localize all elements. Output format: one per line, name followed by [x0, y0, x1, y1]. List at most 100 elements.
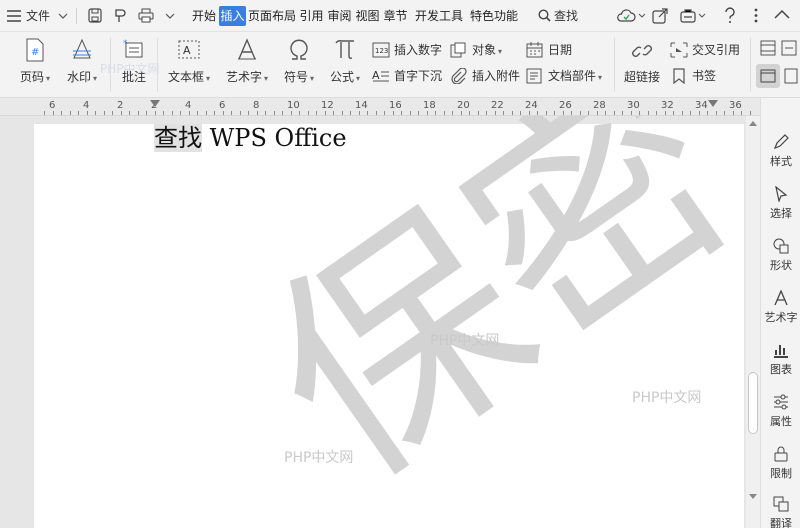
ruler-number: 4	[83, 100, 90, 111]
doc-parts-button[interactable]: 文档部件 ▾	[526, 66, 602, 86]
layout-icon	[760, 69, 776, 83]
ruler-tick	[520, 111, 521, 115]
print-icon[interactable]	[138, 8, 154, 23]
translate-icon	[773, 496, 789, 512]
textbox-button[interactable]: A 文本框 ▾	[164, 38, 214, 85]
menu-bar: 文件 开始 插入 页面布局 引用 审阅 视图 章节 开发工具 特色功能 查找	[0, 0, 800, 32]
tab-review[interactable]: 审阅	[326, 6, 353, 26]
panel-styles[interactable]: 样式	[761, 134, 800, 169]
panel-restrict[interactable]: 限制	[761, 446, 800, 481]
ruler-tick	[87, 111, 88, 115]
chevron-down-icon[interactable]	[638, 13, 646, 19]
chevron-down-icon[interactable]	[698, 13, 706, 19]
tab-section[interactable]: 章节	[382, 6, 409, 26]
tab-page-layout[interactable]: 页面布局	[247, 6, 297, 26]
object-icon	[450, 42, 466, 58]
search-command[interactable]: 查找	[554, 0, 578, 32]
page-settings-icon[interactable]	[784, 68, 798, 84]
ruler-tick	[308, 111, 309, 115]
indent-marker[interactable]	[150, 100, 160, 107]
right-indent-marker[interactable]	[708, 100, 718, 107]
ruler-tick	[61, 111, 62, 115]
share-icon[interactable]	[652, 8, 668, 24]
collapse-ribbon-icon[interactable]	[774, 9, 790, 19]
ruler-tick	[673, 111, 674, 115]
paperclip-icon	[451, 68, 467, 84]
header-footer-icon[interactable]	[760, 40, 776, 56]
panel-translate[interactable]: 翻译	[761, 496, 800, 528]
panel-wordart[interactable]: 艺术字	[761, 290, 800, 325]
panel-properties[interactable]: 属性	[761, 394, 800, 429]
help-icon[interactable]	[723, 7, 737, 24]
insert-attachment-button[interactable]: 插入附件	[450, 66, 520, 86]
ruler-tick	[206, 111, 207, 115]
ruler-tick	[265, 111, 266, 115]
ruler-tick	[291, 111, 292, 115]
page-number-button[interactable]: # 页码 ▾	[20, 38, 50, 85]
tab-developer[interactable]: 开发工具	[413, 6, 465, 26]
ruler-tick	[384, 111, 385, 115]
document-title[interactable]: 查找 WPS Office	[154, 118, 347, 153]
sliders-icon	[774, 394, 788, 410]
tab-references[interactable]: 引用	[298, 6, 325, 26]
ruler-tick	[257, 111, 258, 115]
ruler-tick	[554, 111, 555, 115]
ruler-tick	[563, 111, 564, 115]
drop-cap-button[interactable]: A 首字下沉	[372, 66, 442, 86]
symbol-button[interactable]: 符号 ▾	[280, 38, 318, 85]
hamburger-icon[interactable]	[7, 10, 21, 22]
cross-reference-button[interactable]: 交叉引用	[670, 40, 740, 60]
tab-home[interactable]: 开始	[190, 6, 218, 26]
selected-layout-toggle[interactable]	[756, 64, 780, 88]
chevron-down-icon[interactable]	[58, 13, 68, 19]
object-button[interactable]: 对象 ▾	[450, 40, 502, 60]
ruler-tick	[614, 111, 615, 115]
panel-chart[interactable]: 图表	[761, 342, 800, 377]
ruler-tick	[495, 111, 496, 115]
ruler-tick	[512, 111, 513, 115]
ruler-tick	[376, 111, 377, 115]
formula-button[interactable]: 公式 ▾	[326, 38, 364, 85]
ruler-tick	[44, 111, 45, 115]
horizontal-ruler[interactable]: 6 4 2 2 4 6 8 10 12 14 16 18 20 22 24 26 28 30 32 34 36	[0, 98, 760, 116]
cloud-sync-icon[interactable]	[616, 8, 636, 24]
vertical-scrollbar[interactable]	[746, 116, 760, 528]
ruler-tick	[53, 111, 54, 115]
page-break-icon[interactable]	[781, 40, 797, 56]
tab-view[interactable]: 视图	[354, 6, 381, 26]
scroll-up-icon[interactable]	[749, 120, 757, 126]
watermark-button[interactable]: 水印 ▾	[64, 38, 100, 85]
ruler-tick	[180, 111, 181, 115]
ruler-tick	[104, 111, 105, 115]
format-painter-icon[interactable]	[113, 8, 127, 23]
ruler-number: 6	[49, 100, 56, 111]
file-menu[interactable]: 文件	[26, 0, 50, 32]
save-icon[interactable]	[88, 8, 102, 23]
ruler-tick	[707, 111, 708, 115]
bookmark-button[interactable]: 书签	[670, 66, 716, 86]
bookmark-icon	[673, 68, 685, 84]
quick-access-dropdown-icon[interactable]	[165, 13, 175, 19]
hyperlink-button[interactable]: 超链接	[622, 38, 662, 85]
scroll-down-icon[interactable]	[749, 494, 757, 500]
ruler-tick	[597, 111, 598, 115]
ruler-tick	[733, 111, 734, 115]
search-icon[interactable]	[538, 9, 551, 22]
wordart-icon	[774, 290, 788, 306]
ruler-tick	[656, 111, 657, 115]
panel-shapes[interactable]: 形状	[761, 238, 800, 273]
scrollbar-thumb[interactable]	[748, 372, 758, 434]
toolbox-icon[interactable]	[680, 8, 696, 24]
ruler-tick	[461, 111, 462, 115]
tab-special-features[interactable]: 特色功能	[468, 6, 520, 26]
chart-icon	[774, 345, 788, 358]
wordart-button[interactable]: 艺术字 ▾	[222, 38, 272, 85]
ruler-tick	[410, 111, 411, 115]
insert-number-button[interactable]: 123 插入数字	[372, 40, 442, 60]
tab-insert[interactable]: 插入	[219, 6, 246, 26]
more-options-icon[interactable]	[754, 8, 758, 23]
ruler-tick	[452, 111, 453, 115]
date-button[interactable]: 日期	[526, 40, 572, 60]
panel-select[interactable]: 选择	[761, 186, 800, 221]
ruler-tick	[401, 111, 402, 115]
